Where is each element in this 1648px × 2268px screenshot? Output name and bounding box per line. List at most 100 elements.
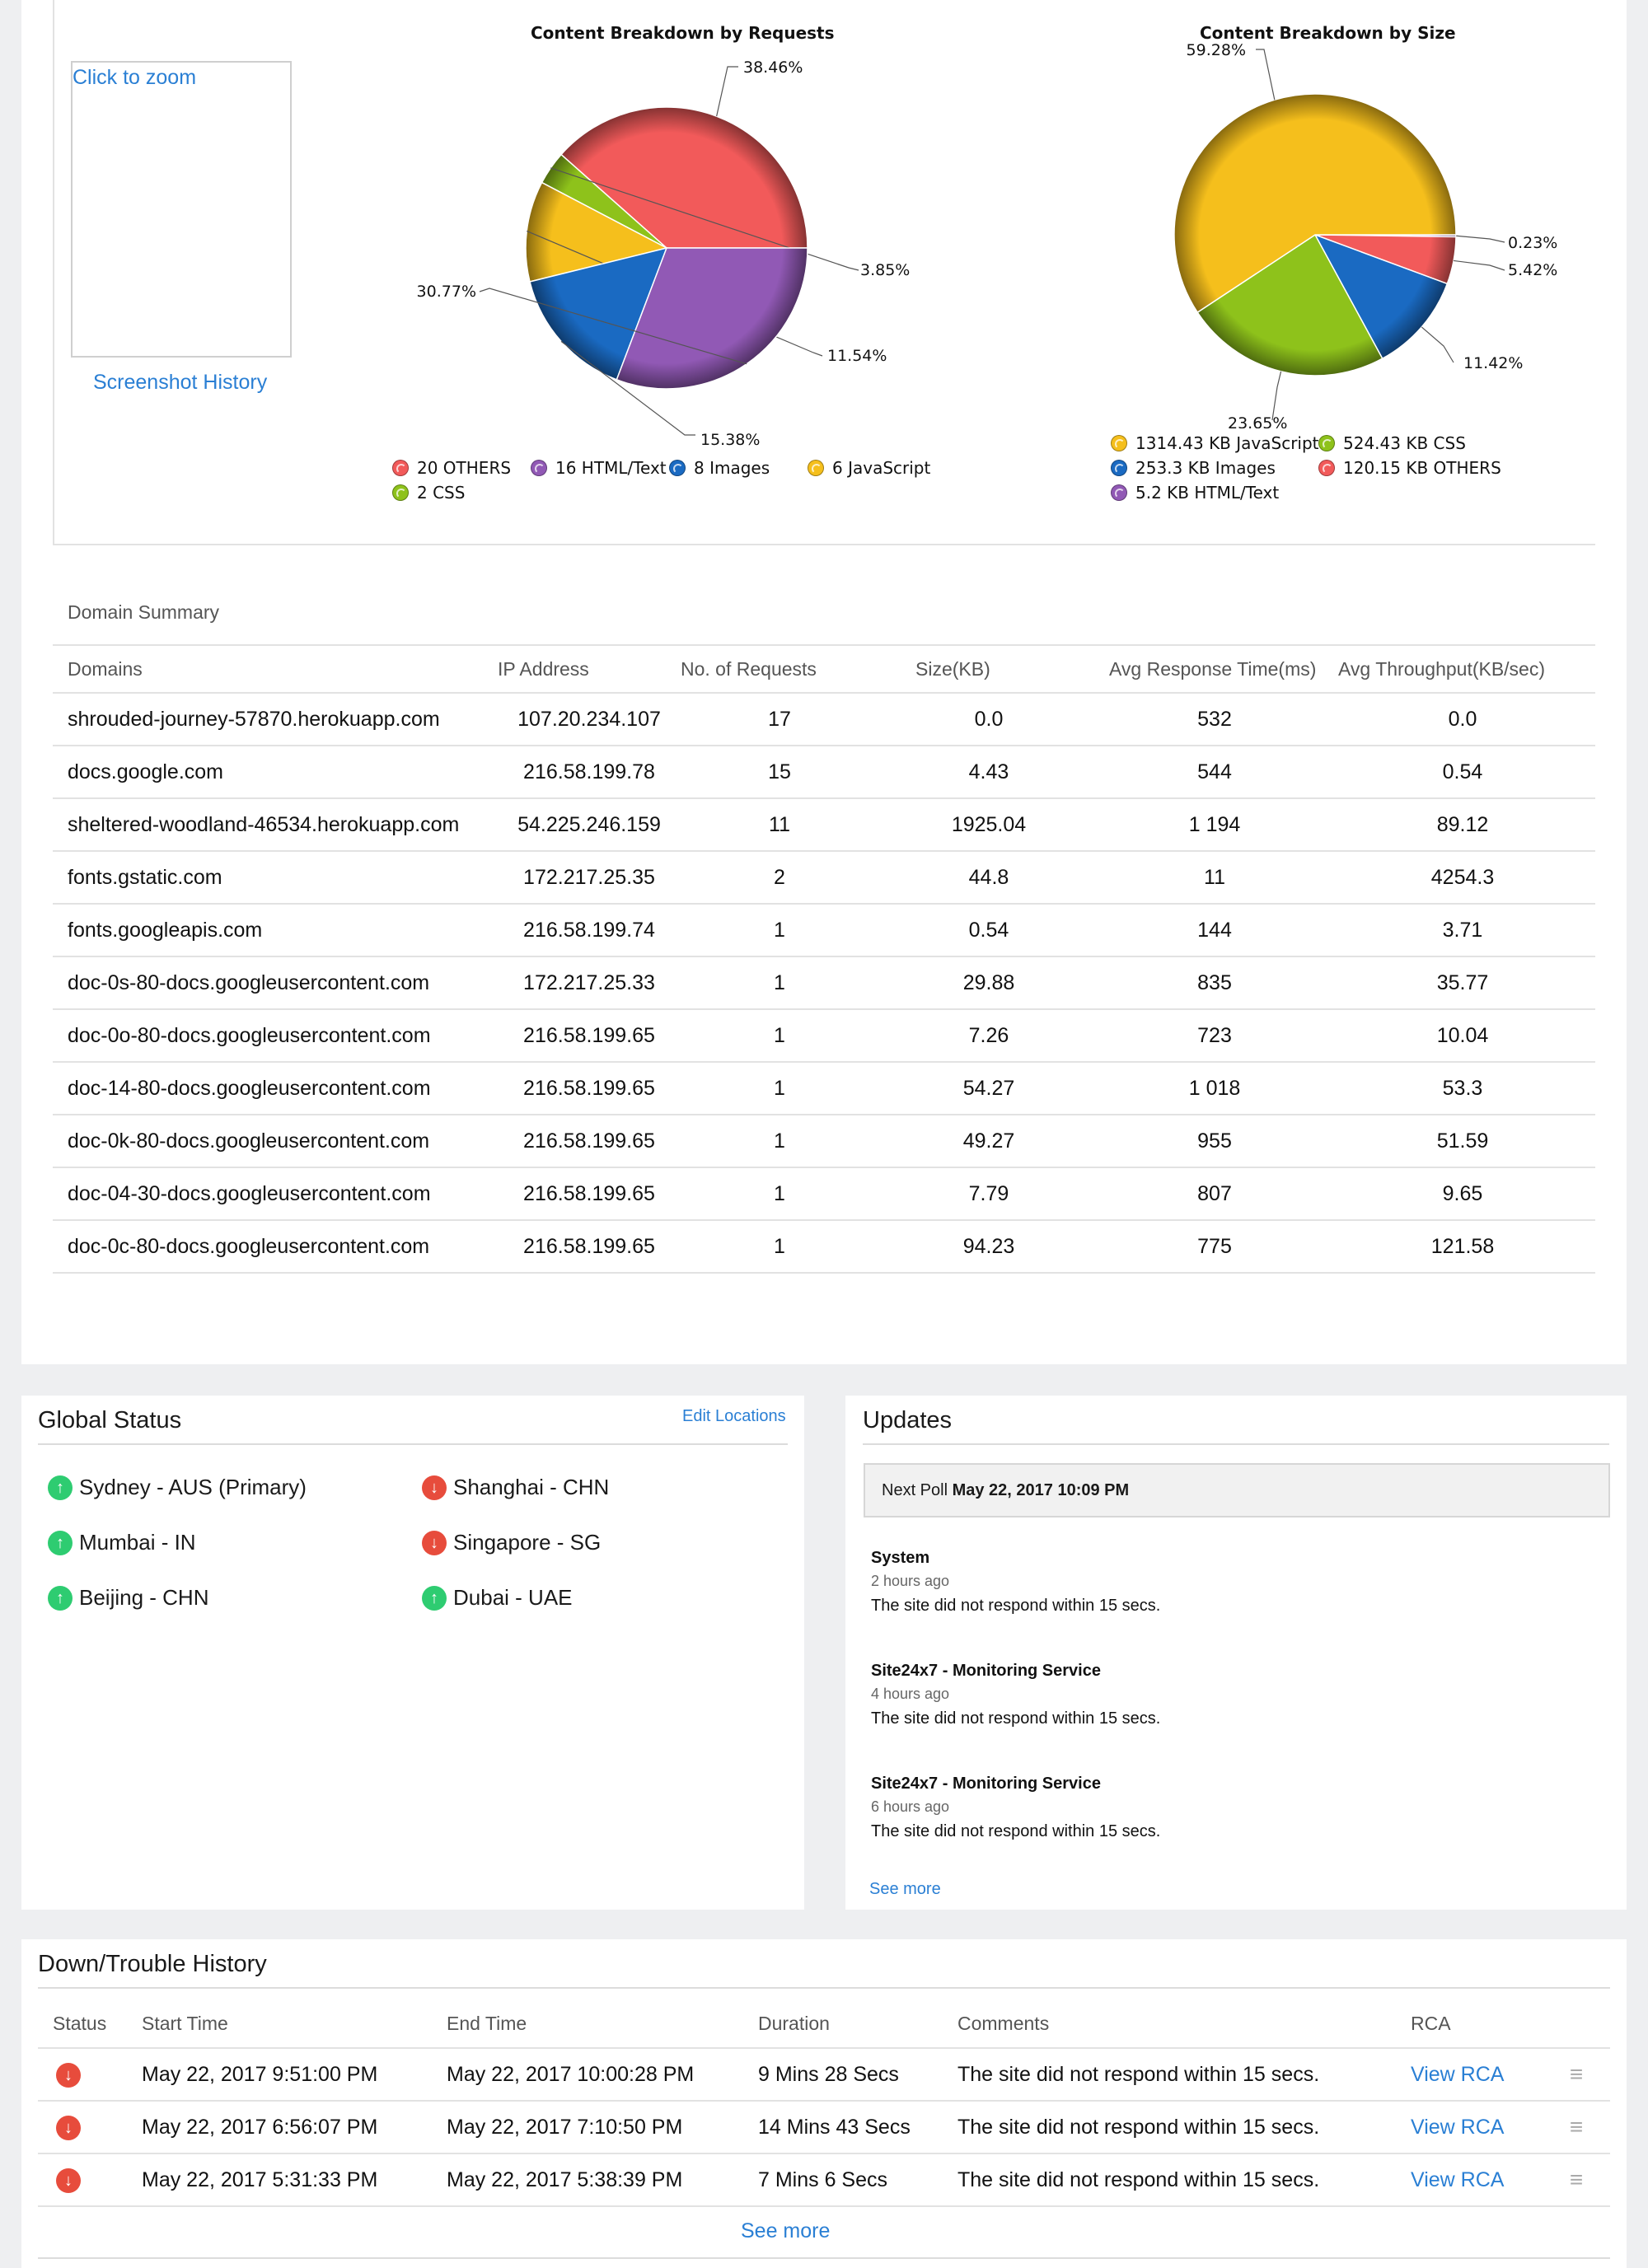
legend-label: 253.3 KB Images: [1135, 458, 1276, 478]
requests-cell: 1: [681, 1167, 878, 1221]
requests-cell: 1: [681, 904, 878, 957]
pie-leader-line: [1256, 49, 1276, 101]
table-row: doc-0s-80-docs.googleusercontent.com 172.…: [53, 956, 1595, 1010]
status-cell: ↓: [38, 2153, 142, 2207]
down-history-see-more-link[interactable]: See more: [741, 2219, 830, 2243]
response-time-cell: 544: [1099, 746, 1330, 799]
ip-cell: 107.20.234.107: [498, 693, 681, 746]
location-item[interactable]: ↑ Dubai - UAE: [422, 1585, 573, 1611]
updates-see-more-link[interactable]: See more: [869, 1880, 941, 1899]
location-item[interactable]: ↑ Mumbai - IN: [48, 1530, 196, 1555]
update-time: 4 hours ago: [871, 1686, 950, 1702]
size-cell: 0.0: [878, 693, 1099, 746]
pie-leader-line: [1271, 371, 1282, 421]
edit-locations-link[interactable]: Edit Locations: [682, 1407, 786, 1426]
legend-item[interactable]: 16 HTML/Text: [531, 458, 667, 478]
requests-cell: 11: [681, 798, 878, 852]
throughput-cell: 121.58: [1330, 1220, 1595, 1274]
legend-swatch-icon: [808, 460, 824, 476]
comment-cell: The site did not respond within 15 secs.: [957, 2048, 1411, 2102]
table-row: doc-04-30-docs.googleusercontent.com 216.…: [53, 1167, 1595, 1221]
throughput-cell: 35.77: [1330, 956, 1595, 1010]
table-row: ↓ May 22, 2017 5:31:33 PM May 22, 2017 5:3…: [38, 2153, 1610, 2207]
row-menu-icon[interactable]: ≡: [1570, 2167, 1583, 2192]
next-poll-box: Next Poll May 22, 2017 10:09 PM: [864, 1463, 1610, 1517]
ip-cell: 216.58.199.65: [498, 1062, 681, 1115]
response-time-cell: 1 194: [1099, 798, 1330, 852]
status-up-icon: ↑: [422, 1585, 447, 1611]
table-row: docs.google.com 216.58.199.78 15 4.43 544 0.5…: [53, 746, 1595, 799]
response-time-cell: 955: [1099, 1115, 1330, 1168]
requests-cell: 1: [681, 1062, 878, 1115]
size-cell: 49.27: [878, 1115, 1099, 1168]
status-up-icon: ↑: [48, 1585, 73, 1611]
table-header-row: Domains IP Address No. of Requests Size(…: [53, 644, 1595, 694]
ip-cell: 216.58.199.78: [498, 746, 681, 799]
status-up-icon: ↑: [48, 1475, 73, 1500]
table-row: sheltered-woodland-46534.herokuapp.com 54…: [53, 798, 1595, 852]
legend-label: 524.43 KB CSS: [1343, 433, 1466, 453]
pie-chart-size: 0.23% 5.42% 11.42% 23.65% 59.28%: [1173, 41, 1557, 428]
legend-label: 2 CSS: [417, 483, 466, 503]
actions-cell: ≡: [1543, 2153, 1610, 2207]
ip-cell: 172.217.25.35: [498, 851, 681, 905]
legend-item[interactable]: 8 Images: [669, 458, 770, 478]
ip-cell: 216.58.199.65: [498, 1009, 681, 1063]
click-to-zoom-link[interactable]: Click to zoom: [73, 66, 196, 90]
legend-item[interactable]: 524.43 KB CSS: [1318, 433, 1466, 453]
legend-item[interactable]: 6 JavaScript: [808, 458, 930, 478]
actions-cell: ≡: [1543, 2048, 1610, 2102]
legend-item[interactable]: 1314.43 KB JavaScript: [1111, 433, 1319, 453]
end-time-cell: May 22, 2017 5:38:39 PM: [447, 2153, 758, 2207]
response-time-cell: 11: [1099, 851, 1330, 905]
location-item[interactable]: ↑ Sydney - AUS (Primary): [48, 1475, 307, 1500]
ip-cell: 216.58.199.65: [498, 1220, 681, 1274]
location-item[interactable]: ↑ Beijing - CHN: [48, 1585, 209, 1611]
col-requests: No. of Requests: [681, 644, 878, 694]
col-status: Status: [38, 1999, 142, 2049]
legend-item[interactable]: 2 CSS: [392, 483, 465, 503]
table-row: ↓ May 22, 2017 6:56:07 PM May 22, 2017 7:1…: [38, 2101, 1610, 2154]
legend-item[interactable]: 20 OTHERS: [392, 458, 511, 478]
ip-cell: 216.58.199.65: [498, 1115, 681, 1168]
update-time: 6 hours ago: [871, 1798, 950, 1815]
screenshot-thumbnail[interactable]: Click to zoom: [71, 61, 292, 358]
col-duration: Duration: [758, 1999, 957, 2049]
legend-item[interactable]: 5.2 KB HTML/Text: [1111, 483, 1279, 503]
legend-label: 6 JavaScript: [832, 458, 931, 478]
size-cell: 44.8: [878, 851, 1099, 905]
requests-cell: 1: [681, 1115, 878, 1168]
global-status-title: Global Status: [38, 1407, 182, 1433]
location-name: Sydney - AUS (Primary): [79, 1475, 307, 1499]
ip-cell: 216.58.199.65: [498, 1167, 681, 1221]
requests-cell: 17: [681, 693, 878, 746]
screenshot-history-link[interactable]: Screenshot History: [93, 371, 267, 395]
status-down-icon: ↓: [422, 1530, 447, 1555]
view-rca-link[interactable]: View RCA: [1411, 2168, 1504, 2191]
legend-label: 20 OTHERS: [417, 458, 512, 478]
legend-item[interactable]: 253.3 KB Images: [1111, 458, 1276, 478]
location-name: Mumbai - IN: [79, 1530, 196, 1555]
status-down-icon: ↓: [422, 1475, 447, 1500]
down-history-divider: [38, 1987, 1610, 1989]
location-item[interactable]: ↓ Shanghai - CHN: [422, 1475, 609, 1500]
updates-divider: [863, 1443, 1609, 1445]
response-time-cell: 723: [1099, 1009, 1330, 1063]
row-menu-icon[interactable]: ≡: [1570, 2061, 1583, 2087]
size-cell: 54.27: [878, 1062, 1099, 1115]
next-poll-label: Next Poll: [882, 1480, 948, 1499]
col-end-time: End Time: [447, 1999, 758, 2049]
col-comments: Comments: [957, 1999, 1411, 2049]
view-rca-link[interactable]: View RCA: [1411, 2063, 1504, 2086]
rca-cell: View RCA: [1411, 2153, 1543, 2207]
location-item[interactable]: ↓ Singapore - SG: [422, 1530, 601, 1555]
domain-cell: doc-0s-80-docs.googleusercontent.com: [53, 956, 498, 1010]
response-time-cell: 775: [1099, 1220, 1330, 1274]
legend-label: 5.2 KB HTML/Text: [1135, 483, 1280, 503]
requests-cell: 1: [681, 1009, 878, 1063]
domain-cell: fonts.gstatic.com: [53, 851, 498, 905]
row-menu-icon[interactable]: ≡: [1570, 2114, 1583, 2139]
view-rca-link[interactable]: View RCA: [1411, 2116, 1504, 2139]
legend-item[interactable]: 120.15 KB OTHERS: [1318, 458, 1501, 478]
location-name: Shanghai - CHN: [453, 1475, 610, 1499]
